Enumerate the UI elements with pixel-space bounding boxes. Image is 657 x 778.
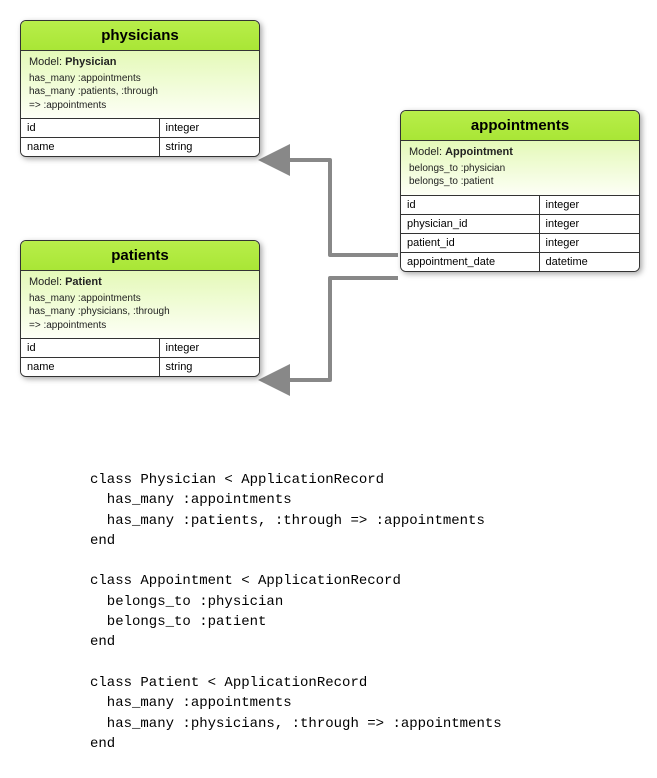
table-row: name string bbox=[21, 138, 259, 157]
schema-table: id integer name string bbox=[21, 119, 259, 156]
column-type: integer bbox=[159, 119, 259, 138]
schema-table: id integer physician_id integer patient_… bbox=[401, 196, 639, 271]
column-type: datetime bbox=[539, 252, 639, 271]
column-name: id bbox=[21, 119, 159, 138]
er-diagram: physicians Model: Physician has_many :ap… bbox=[0, 0, 657, 460]
entity-meta: Model: Physician has_many :appointments … bbox=[21, 51, 259, 119]
association-line: has_many :appointments bbox=[29, 72, 251, 86]
model-label: Model: bbox=[29, 56, 62, 68]
column-name: id bbox=[21, 339, 159, 358]
table-row: physician_id integer bbox=[401, 214, 639, 233]
entity-appointments: appointments Model: Appointment belongs_… bbox=[400, 110, 640, 272]
column-name: patient_id bbox=[401, 233, 539, 252]
table-row: id integer bbox=[21, 339, 259, 358]
model-label: Model: bbox=[409, 146, 442, 158]
entity-physicians: physicians Model: Physician has_many :ap… bbox=[20, 20, 260, 157]
entity-title: appointments bbox=[401, 111, 639, 141]
association-line: belongs_to :physician bbox=[409, 162, 631, 176]
column-name: name bbox=[21, 138, 159, 157]
entity-title: physicians bbox=[21, 21, 259, 51]
entity-meta: Model: Patient has_many :appointments ha… bbox=[21, 271, 259, 339]
association-line: has_many :patients, :through bbox=[29, 85, 251, 99]
table-row: name string bbox=[21, 358, 259, 377]
association-line: belongs_to :patient bbox=[409, 175, 631, 189]
model-name: Appointment bbox=[445, 146, 513, 158]
column-name: appointment_date bbox=[401, 252, 539, 271]
column-type: integer bbox=[159, 339, 259, 358]
table-row: appointment_date datetime bbox=[401, 252, 639, 271]
column-name: id bbox=[401, 196, 539, 215]
association-line: => :appointments bbox=[29, 99, 251, 113]
entity-meta: Model: Appointment belongs_to :physician… bbox=[401, 141, 639, 196]
table-row: id integer bbox=[21, 119, 259, 138]
column-name: name bbox=[21, 358, 159, 377]
column-name: physician_id bbox=[401, 214, 539, 233]
schema-table: id integer name string bbox=[21, 339, 259, 376]
model-label: Model: bbox=[29, 276, 62, 288]
model-name: Physician bbox=[65, 56, 116, 68]
model-name: Patient bbox=[65, 276, 102, 288]
column-type: integer bbox=[539, 196, 639, 215]
table-row: id integer bbox=[401, 196, 639, 215]
entity-title: patients bbox=[21, 241, 259, 271]
association-line: has_many :physicians, :through bbox=[29, 305, 251, 319]
column-type: string bbox=[159, 358, 259, 377]
entity-patients: patients Model: Patient has_many :appoin… bbox=[20, 240, 260, 377]
association-line: has_many :appointments bbox=[29, 292, 251, 306]
association-line: => :appointments bbox=[29, 319, 251, 333]
column-type: integer bbox=[539, 214, 639, 233]
column-type: integer bbox=[539, 233, 639, 252]
code-sample: class Physician < ApplicationRecord has_… bbox=[0, 460, 657, 754]
column-type: string bbox=[159, 138, 259, 157]
table-row: patient_id integer bbox=[401, 233, 639, 252]
